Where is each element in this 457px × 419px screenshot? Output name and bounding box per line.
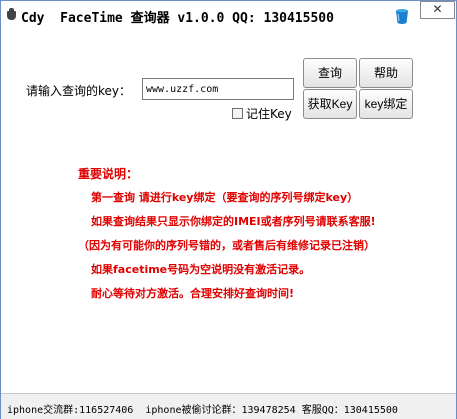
note-line: （因为有可能你的序列号错的，或者售后有维修记录已注销） <box>78 239 375 252</box>
key-label: 请输入查询的key： <box>26 84 132 98</box>
app-window: Cdy FaceTime 查询器 v1.0.0 QQ: 130415500 ✕ … <box>0 0 457 419</box>
query-button[interactable]: 查询 <box>303 58 357 88</box>
key-input[interactable] <box>142 78 294 100</box>
status-bar: iphone交流群:116527406 iphone被偷讨论群：13947825… <box>1 393 456 419</box>
note-line: 如果facetime号码为空说明没有激活记录。 <box>91 263 311 276</box>
get-key-button[interactable]: 获取Key <box>303 89 357 119</box>
note-line: 如果查询结果只显示你绑定的IMEI或者序列号请联系客服! <box>91 215 376 228</box>
close-button[interactable]: ✕ <box>420 1 455 19</box>
title-bar: Cdy FaceTime 查询器 v1.0.0 QQ: 130415500 ✕ <box>1 1 456 31</box>
checkbox[interactable] <box>232 108 243 119</box>
window-title: Cdy FaceTime 查询器 v1.0.0 QQ: 130415500 <box>21 11 334 26</box>
bucket-icon <box>396 9 408 24</box>
help-button[interactable]: 帮助 <box>359 58 413 88</box>
remember-key-label: 记住Key <box>246 107 292 121</box>
remember-key-checkbox[interactable]: 记住Key <box>232 105 292 122</box>
status-text: iphone交流群:116527406 iphone被偷讨论群：13947825… <box>7 405 398 416</box>
notes-title: 重要说明： <box>78 167 139 181</box>
note-line: 耐心等待对方激活。合理安排好查询时间! <box>91 287 295 300</box>
app-icon <box>7 8 16 20</box>
note-line: 第一查询 请进行key绑定（要查询的序列号绑定key） <box>91 191 359 204</box>
bind-key-button[interactable]: key绑定 <box>359 89 413 119</box>
close-icon: ✕ <box>432 2 443 16</box>
